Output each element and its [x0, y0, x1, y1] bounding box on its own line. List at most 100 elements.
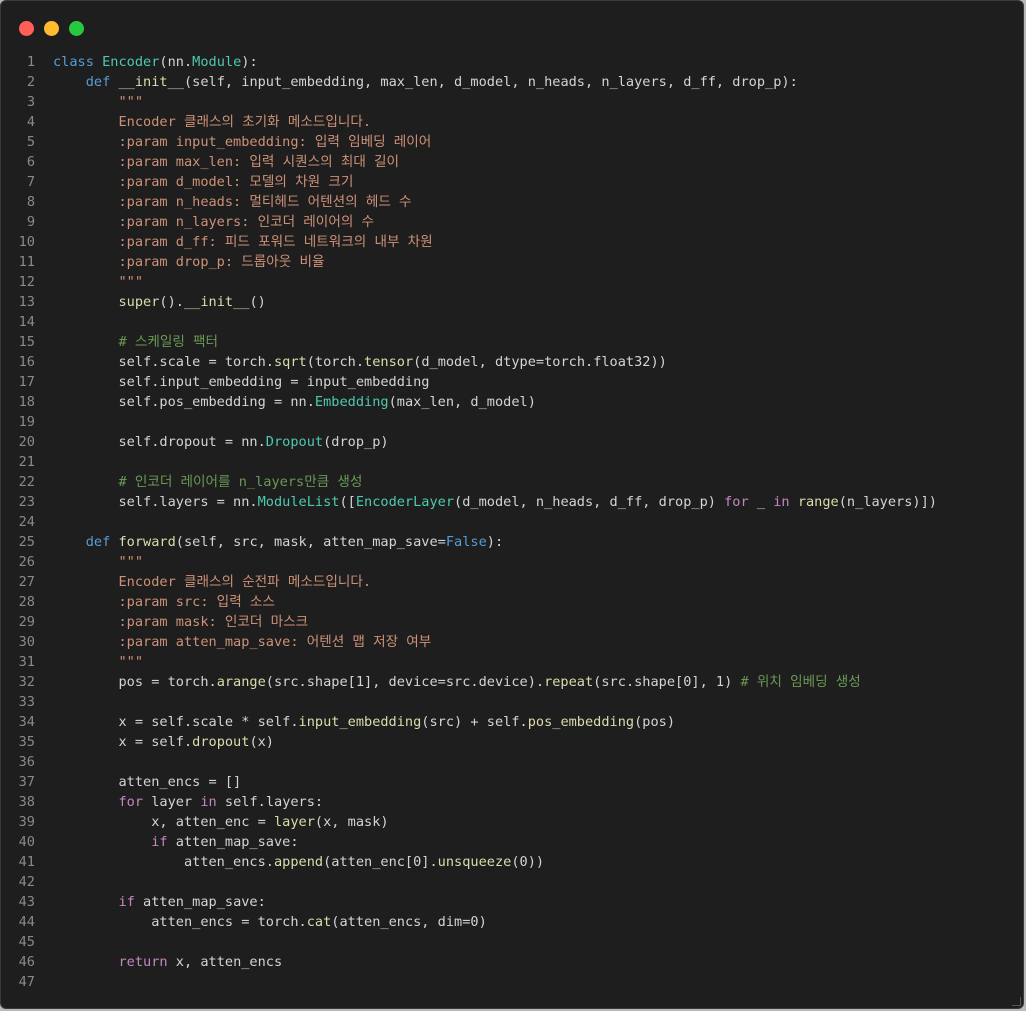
code-line: 26 """	[1, 552, 1023, 572]
code-token: x, atten_encs	[167, 954, 283, 970]
code-token: (nn.	[159, 54, 193, 70]
code-token: # 인코더 레이어를 n_layers만큼 생성	[53, 474, 363, 490]
code-line: 17 self.input_embedding = input_embeddin…	[1, 372, 1023, 392]
code-token: (atten_enc[0].	[323, 854, 438, 870]
code-token: :param mask: 인코더 마스크	[53, 614, 309, 630]
line-number: 41	[18, 854, 35, 870]
code-line: 36	[1, 752, 1023, 772]
line-number: 22	[18, 474, 35, 490]
code-token: self.scale = torch.	[53, 354, 274, 370]
code-token: pos_embedding	[527, 714, 635, 730]
line-number: 28	[18, 594, 35, 610]
code-line: 25 def forward(self, src, mask, atten_ma…	[1, 532, 1023, 552]
code-token: sqrt	[273, 354, 307, 370]
code-token: layer	[273, 814, 315, 830]
line-number: 13	[18, 294, 35, 310]
code-token: forward	[118, 534, 176, 550]
line-number: 2	[26, 74, 35, 90]
line-number: 31	[18, 654, 35, 670]
code-token: Embedding	[314, 394, 389, 410]
line-code: """	[53, 652, 143, 672]
line-number: 7	[26, 174, 35, 190]
line-number: 33	[18, 694, 35, 710]
code-line: 5 :param input_embedding: 입력 임베딩 레이어	[1, 132, 1023, 152]
line-number: 8	[26, 194, 35, 210]
code-line: 12 """	[1, 272, 1023, 292]
code-token: atten_encs = torch.	[53, 914, 307, 930]
code-line: 34 x = self.scale * self.input_embedding…	[1, 712, 1023, 732]
code-token: Encoder	[102, 54, 160, 70]
line-code: atten_encs = torch.cat(atten_encs, dim=0…	[53, 912, 487, 932]
line-number: 37	[18, 774, 35, 790]
resize-grip-icon[interactable]	[1012, 997, 1021, 1006]
line-code: self.input_embedding = input_embedding	[53, 372, 429, 392]
code-token: # 위치 임베딩 생성	[740, 674, 861, 690]
line-number: 15	[18, 334, 35, 350]
line-code: atten_encs = []	[53, 772, 241, 792]
code-token: (self, input_embedding, max_len, d_model…	[183, 74, 798, 90]
line-number: 42	[18, 874, 35, 890]
code-token: range	[797, 494, 839, 510]
code-line: 19	[1, 412, 1023, 432]
code-token: __init__	[183, 294, 250, 310]
code-token: # 스케일링 팩터	[53, 334, 219, 350]
code-line: 44 atten_encs = torch.cat(atten_encs, di…	[1, 912, 1023, 932]
line-number: 6	[26, 154, 35, 170]
line-code: x = self.dropout(x)	[53, 732, 274, 752]
code-token: :param max_len: 입력 시퀀스의 최대 길이	[53, 154, 400, 170]
code-token: in	[773, 494, 790, 510]
code-token: EncoderLayer	[355, 494, 455, 510]
line-code: atten_encs.append(atten_enc[0].unsqueeze…	[53, 852, 544, 872]
code-token: ModuleList	[257, 494, 340, 510]
minimize-button[interactable]	[44, 21, 59, 36]
line-code: """	[53, 92, 143, 112]
line-code: :param d_model: 모델의 차원 크기	[53, 172, 353, 192]
code-token: ([	[339, 494, 356, 510]
line-code: x, atten_enc = layer(x, mask)	[53, 812, 389, 832]
code-token: if	[151, 834, 168, 850]
code-token: repeat	[544, 674, 594, 690]
code-token: """	[53, 654, 144, 670]
code-token: layer	[143, 794, 201, 810]
line-code: def forward(self, src, mask, atten_map_s…	[53, 532, 503, 552]
code-token: :param n_layers: 인코더 레이어의 수	[53, 214, 375, 230]
line-number: 9	[26, 214, 35, 230]
code-line: 27 Encoder 클래스의 순전파 메소드입니다.	[1, 572, 1023, 592]
maximize-button[interactable]	[69, 21, 84, 36]
line-number: 38	[18, 794, 35, 810]
line-code: :param drop_p: 드롭아웃 비율	[53, 252, 324, 272]
code-token: ()	[249, 294, 266, 310]
code-token: tensor	[364, 354, 414, 370]
line-number: 4	[26, 114, 35, 130]
line-number: 26	[18, 554, 35, 570]
line-number: 45	[18, 934, 35, 950]
code-token: Module	[192, 54, 242, 70]
line-code: """	[53, 272, 143, 292]
code-token: (d_model, n_heads, d_ff, drop_p)	[454, 494, 725, 510]
close-button[interactable]	[19, 21, 34, 36]
code-line: 24	[1, 512, 1023, 532]
code-token: Encoder 클래스의 순전파 메소드입니다.	[53, 574, 372, 590]
code-line: 28 :param src: 입력 소스	[1, 592, 1023, 612]
code-token: atten_encs.	[53, 854, 274, 870]
line-number: 24	[18, 514, 35, 530]
code-token: (src.shape[0], 1)	[593, 674, 741, 690]
line-code: :param max_len: 입력 시퀀스의 최대 길이	[53, 152, 399, 172]
code-line: 7 :param d_model: 모델의 차원 크기	[1, 172, 1023, 192]
code-token: (torch.	[306, 354, 365, 370]
line-code: :param atten_map_save: 어텐션 맵 저장 여부	[53, 632, 431, 652]
code-line: 42	[1, 872, 1023, 892]
code-token: (x, mask)	[314, 814, 389, 830]
code-line: 10 :param d_ff: 피드 포워드 네트워크의 내부 차원	[1, 232, 1023, 252]
code-token: """	[53, 94, 144, 110]
line-code: self.pos_embedding = nn.Embedding(max_le…	[53, 392, 535, 412]
code-token: dropout	[192, 734, 250, 750]
code-token: :param d_model: 모델의 차원 크기	[53, 174, 354, 190]
code-token: :param d_ff: 피드 포워드 네트워크의 내부 차원	[53, 234, 433, 250]
code-line: 43 if atten_map_save:	[1, 892, 1023, 912]
code-line: 29 :param mask: 인코더 마스크	[1, 612, 1023, 632]
code-line: 15 # 스케일링 팩터	[1, 332, 1023, 352]
code-token: atten_map_save:	[134, 894, 266, 910]
